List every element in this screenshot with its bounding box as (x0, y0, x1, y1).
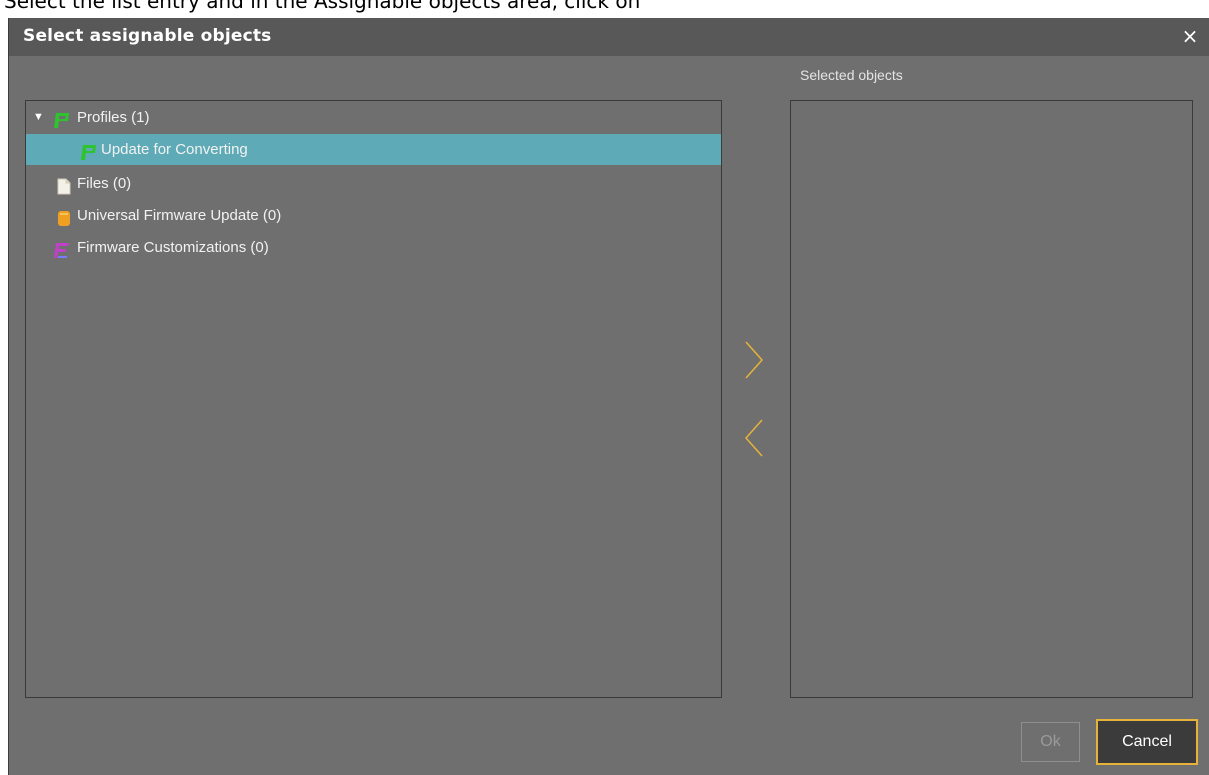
cancel-button-label: Cancel (1122, 733, 1172, 750)
firmware-update-icon (57, 207, 73, 226)
close-icon: × (1181, 24, 1199, 48)
select-assignable-objects-dialog: Select assignable objects × Selected obj… (8, 18, 1209, 775)
firmware-customization-icon (53, 239, 69, 258)
cancel-button[interactable]: Cancel (1096, 719, 1198, 765)
close-button[interactable]: × (1179, 23, 1201, 49)
remove-from-selected-button[interactable] (742, 418, 766, 458)
tree-item-label: Profiles (1) (77, 109, 150, 126)
dialog-titlebar: Select assignable objects × (9, 18, 1209, 56)
tree-item-label: Universal Firmware Update (0) (77, 207, 282, 224)
dialog-title: Select assignable objects (23, 26, 272, 46)
chevron-left-icon (744, 419, 763, 457)
file-icon (57, 175, 73, 195)
tree-item-label: Firmware Customizations (0) (77, 239, 269, 256)
assignable-objects-tree[interactable]: ▼ Profiles (1) Update for Converting Fil… (25, 100, 722, 698)
selected-objects-list[interactable] (790, 100, 1193, 698)
tree-item-label: Files (0) (77, 175, 132, 192)
chevron-right-icon (745, 341, 764, 379)
tree-item-update-for-converting[interactable]: Update for Converting (26, 134, 721, 165)
tree-item-files[interactable]: Files (0) (26, 168, 721, 199)
expand-arrow-icon[interactable]: ▼ (33, 102, 45, 133)
profile-icon (53, 109, 69, 128)
selected-objects-label: Selected objects (800, 67, 903, 83)
profile-icon (80, 141, 96, 160)
background-document-strip: Select the list entry and in the Assigna… (0, 0, 1209, 18)
tree-item-universal-firmware-update[interactable]: Universal Firmware Update (0) (26, 200, 721, 231)
ok-button-label: Ok (1040, 733, 1061, 750)
ok-button[interactable]: Ok (1021, 722, 1080, 762)
background-document-text: Select the list entry and in the Assigna… (4, 0, 641, 13)
tree-item-firmware-customizations[interactable]: Firmware Customizations (0) (26, 232, 721, 263)
add-to-selected-button[interactable] (742, 340, 766, 380)
tree-item-label: Update for Converting (101, 141, 248, 158)
tree-item-profiles[interactable]: ▼ Profiles (1) (26, 102, 721, 133)
